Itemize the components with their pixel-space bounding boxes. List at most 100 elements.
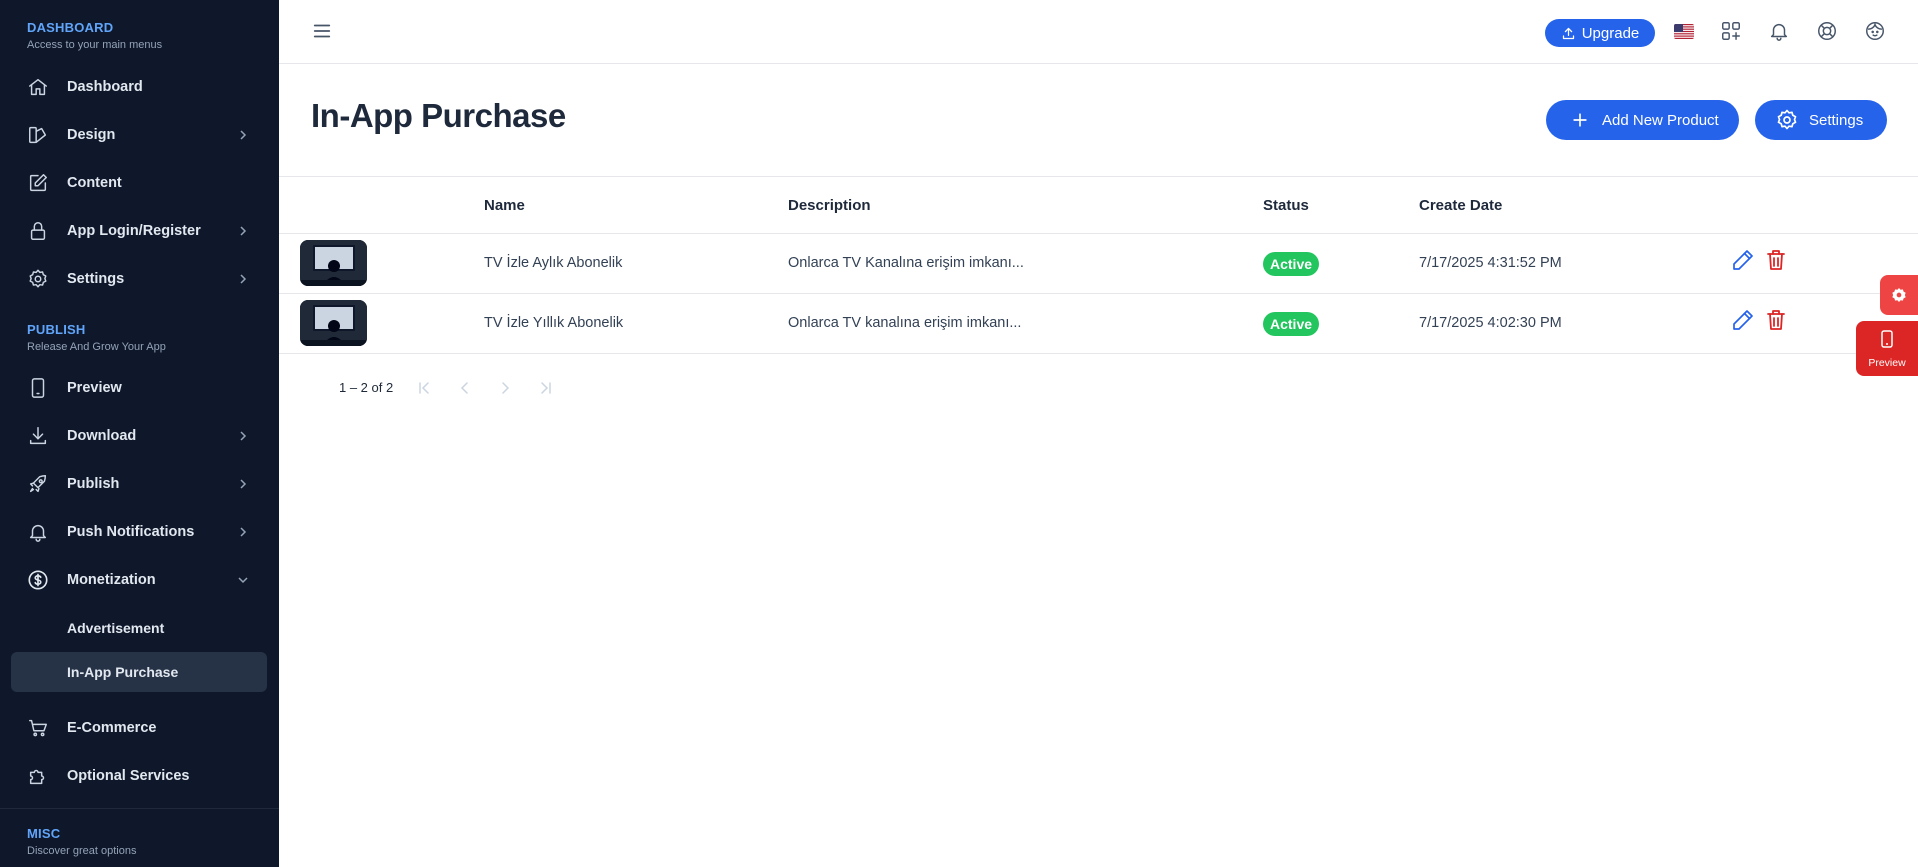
section-publish: PUBLISH Release And Grow Your App	[27, 322, 166, 353]
page-title: In-App Purchase	[311, 97, 566, 134]
add-new-product-button[interactable]: Add New Product	[1546, 100, 1739, 140]
first-page-icon[interactable]	[417, 380, 433, 396]
sidebar-item-ecommerce[interactable]: E-Commerce	[11, 708, 267, 748]
section-subtitle: Access to your main menus	[27, 39, 163, 51]
sidebar-item-download[interactable]: Download	[11, 416, 267, 456]
create-date: 7/17/2025 4:31:52 PM	[1419, 255, 1562, 271]
dollar-icon	[27, 569, 49, 591]
product-name: TV İzle Yıllık Abonelik	[484, 315, 624, 331]
sidebar-item-label: Monetization	[67, 572, 156, 588]
sidebar-item-label: App Login/Register	[67, 223, 201, 239]
bell-icon	[27, 521, 49, 543]
upgrade-button[interactable]: Upgrade	[1545, 19, 1655, 47]
section-title: MISC	[27, 826, 61, 841]
apps-add-icon[interactable]	[1720, 20, 1742, 42]
chevron-right-icon	[237, 273, 249, 285]
settings-label: Settings	[1809, 111, 1864, 129]
download-icon	[27, 425, 49, 447]
chevron-down-icon	[237, 574, 249, 586]
sidebar-item-label: E-Commerce	[67, 720, 157, 736]
sidebar-item-label: Dashboard	[67, 79, 143, 95]
settings-button[interactable]: Settings	[1755, 100, 1887, 140]
palette-icon	[27, 124, 49, 146]
column-header-status[interactable]: Status	[1263, 197, 1309, 214]
sidebar-item-label: Preview	[67, 380, 122, 396]
column-header-create-date[interactable]: Create Date	[1419, 197, 1502, 214]
lock-icon	[27, 220, 49, 242]
sidebar-item-label: Optional Services	[67, 768, 190, 784]
edit-icon[interactable]	[1731, 248, 1755, 272]
previous-page-icon[interactable]	[457, 380, 473, 396]
sidebar-item-publish[interactable]: Publish	[11, 464, 267, 504]
edit-icon	[27, 172, 49, 194]
section-title: PUBLISH	[27, 322, 86, 337]
sidebar-item-content[interactable]: Content	[11, 163, 267, 203]
sidebar-item-monetization[interactable]: Monetization	[11, 560, 267, 600]
sidebar-item-label: Design	[67, 127, 116, 143]
column-header-name[interactable]: Name	[484, 197, 525, 214]
status-badge: Active	[1263, 252, 1320, 276]
sidebar-item-dashboard[interactable]: Dashboard	[11, 67, 267, 107]
floating-settings-button[interactable]	[1880, 275, 1918, 315]
add-new-product-label: Add New Product	[1602, 111, 1719, 129]
last-page-icon[interactable]	[537, 380, 553, 396]
rocket-icon	[27, 473, 49, 495]
phone-icon	[1879, 330, 1895, 348]
chevron-right-icon	[237, 526, 249, 538]
sidebar-item-preview[interactable]: Preview	[11, 368, 267, 408]
cart-icon	[27, 717, 49, 739]
table-row: TV İzle Aylık Abonelik Onlarca TV Kanalı…	[279, 234, 1918, 294]
sidebar-item-design[interactable]: Design	[11, 115, 267, 155]
sidebar-item-label: Push Notifications	[67, 524, 195, 540]
product-thumbnail	[300, 300, 367, 346]
preview-label: Preview	[1868, 357, 1906, 369]
sidebar-item-label: Publish	[67, 476, 120, 492]
sidebar-item-label: In-App Purchase	[67, 664, 179, 680]
help-lifebuoy-icon[interactable]	[1816, 20, 1838, 42]
sidebar-item-advertisement[interactable]: Advertisement	[11, 608, 267, 648]
products-table: Name Description Status Create Date TV İ…	[279, 176, 1918, 354]
column-header-description[interactable]: Description	[788, 197, 871, 214]
sidebar-item-label: Advertisement	[67, 620, 165, 636]
gear-icon	[27, 268, 49, 290]
table-header: Name Description Status Create Date	[279, 176, 1918, 234]
sidebar-item-in-app-purchase[interactable]: In-App Purchase	[11, 652, 267, 692]
next-page-icon[interactable]	[497, 380, 513, 396]
avatar-icon[interactable]	[1864, 20, 1886, 42]
sidebar-item-settings[interactable]: Settings	[11, 259, 267, 299]
sidebar-item-label: Download	[67, 428, 137, 444]
edit-icon[interactable]	[1731, 308, 1755, 332]
upgrade-label: Upgrade	[1581, 24, 1640, 42]
pagination-range: 1 – 2 of 2	[339, 380, 394, 395]
trash-icon[interactable]	[1764, 248, 1788, 272]
chevron-right-icon	[237, 129, 249, 141]
menu-icon[interactable]	[311, 20, 333, 42]
chevron-right-icon	[237, 225, 249, 237]
topbar: Upgrade	[279, 0, 1918, 64]
gear-icon	[1891, 287, 1907, 303]
table-row: TV İzle Yıllık Abonelik Onlarca TV kanal…	[279, 294, 1918, 354]
sidebar-item-label: Settings	[67, 271, 125, 287]
section-subtitle: Discover great options	[27, 845, 137, 857]
trash-icon[interactable]	[1764, 308, 1788, 332]
bell-icon[interactable]	[1768, 20, 1790, 42]
gear-icon	[1775, 108, 1799, 132]
chevron-right-icon	[237, 430, 249, 442]
us-flag-icon[interactable]	[1674, 24, 1694, 39]
product-thumbnail	[300, 240, 367, 286]
sidebar-item-push-notifications[interactable]: Push Notifications	[11, 512, 267, 552]
sidebar: DASHBOARD Access to your main menus Dash…	[0, 0, 279, 867]
product-name: TV İzle Aylık Abonelik	[484, 255, 623, 271]
create-date: 7/17/2025 4:02:30 PM	[1419, 315, 1562, 331]
plus-icon	[1570, 110, 1590, 130]
phone-icon	[27, 377, 49, 399]
sidebar-item-label: Content	[67, 175, 122, 191]
sidebar-item-app-login[interactable]: App Login/Register	[11, 211, 267, 251]
product-description: Onlarca TV Kanalına erişim imkanı...	[788, 255, 1024, 271]
chevron-right-icon	[237, 478, 249, 490]
product-description: Onlarca TV kanalına erişim imkanı...	[788, 315, 1022, 331]
divider	[0, 808, 279, 809]
sidebar-item-optional-services[interactable]: Optional Services	[11, 756, 267, 796]
floating-preview-button[interactable]: Preview	[1856, 321, 1918, 376]
section-subtitle: Release And Grow Your App	[27, 341, 166, 353]
